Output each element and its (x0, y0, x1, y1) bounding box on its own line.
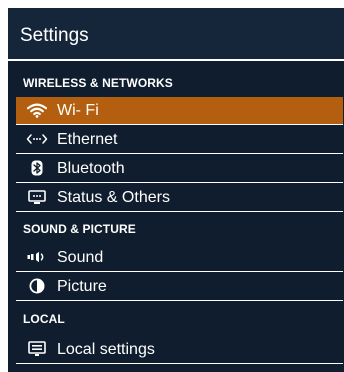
section-label: WIRELESS & NETWORKS (23, 76, 173, 90)
settings-title: Settings (20, 25, 89, 46)
menu-item-label: Wi- Fi (57, 102, 99, 119)
section-label: SOUND & PICTURE (23, 222, 136, 236)
speaker-icon (26, 249, 48, 265)
menu-item-wifi[interactable]: Wi- Fi (16, 97, 343, 124)
menu-item-label: Sound (57, 249, 104, 266)
section-wireless-networks: WIRELESS & NETWORKS (8, 70, 344, 96)
menu-item-status-others[interactable]: Status & Others (16, 184, 343, 211)
menu-item-label: Picture (57, 278, 107, 295)
menu-item-label: Status & Others (57, 189, 170, 206)
row-divider (16, 271, 343, 272)
local-settings-icon (26, 341, 48, 357)
row-divider (16, 363, 343, 364)
settings-header: Settings (8, 8, 344, 59)
menu-item-ethernet[interactable]: Ethernet (16, 126, 343, 153)
wifi-icon (26, 102, 48, 118)
menu-item-local-settings[interactable]: Local settings (16, 336, 343, 363)
menu-item-label: Local settings (57, 341, 155, 358)
menu-item-label: Ethernet (57, 131, 118, 148)
row-divider (16, 300, 343, 301)
bluetooth-icon (26, 160, 48, 176)
menu-item-sound[interactable]: Sound (16, 244, 343, 271)
row-divider (16, 211, 343, 212)
picture-icon (26, 278, 48, 294)
section-label: LOCAL (23, 312, 65, 326)
row-divider (16, 153, 343, 154)
row-divider (16, 124, 343, 125)
header-divider (8, 59, 344, 61)
status-icon (26, 189, 48, 205)
menu-item-label: Bluetooth (57, 160, 125, 177)
row-divider (16, 182, 343, 183)
menu-item-bluetooth[interactable]: Bluetooth (16, 155, 343, 182)
section-local: LOCAL (8, 306, 344, 332)
ethernet-icon (26, 131, 48, 147)
section-sound-picture: SOUND & PICTURE (8, 216, 344, 242)
settings-panel: Settings WIRELESS & NETWORKS Wi- Fi Ethe… (8, 8, 344, 372)
menu-item-picture[interactable]: Picture (16, 273, 343, 300)
